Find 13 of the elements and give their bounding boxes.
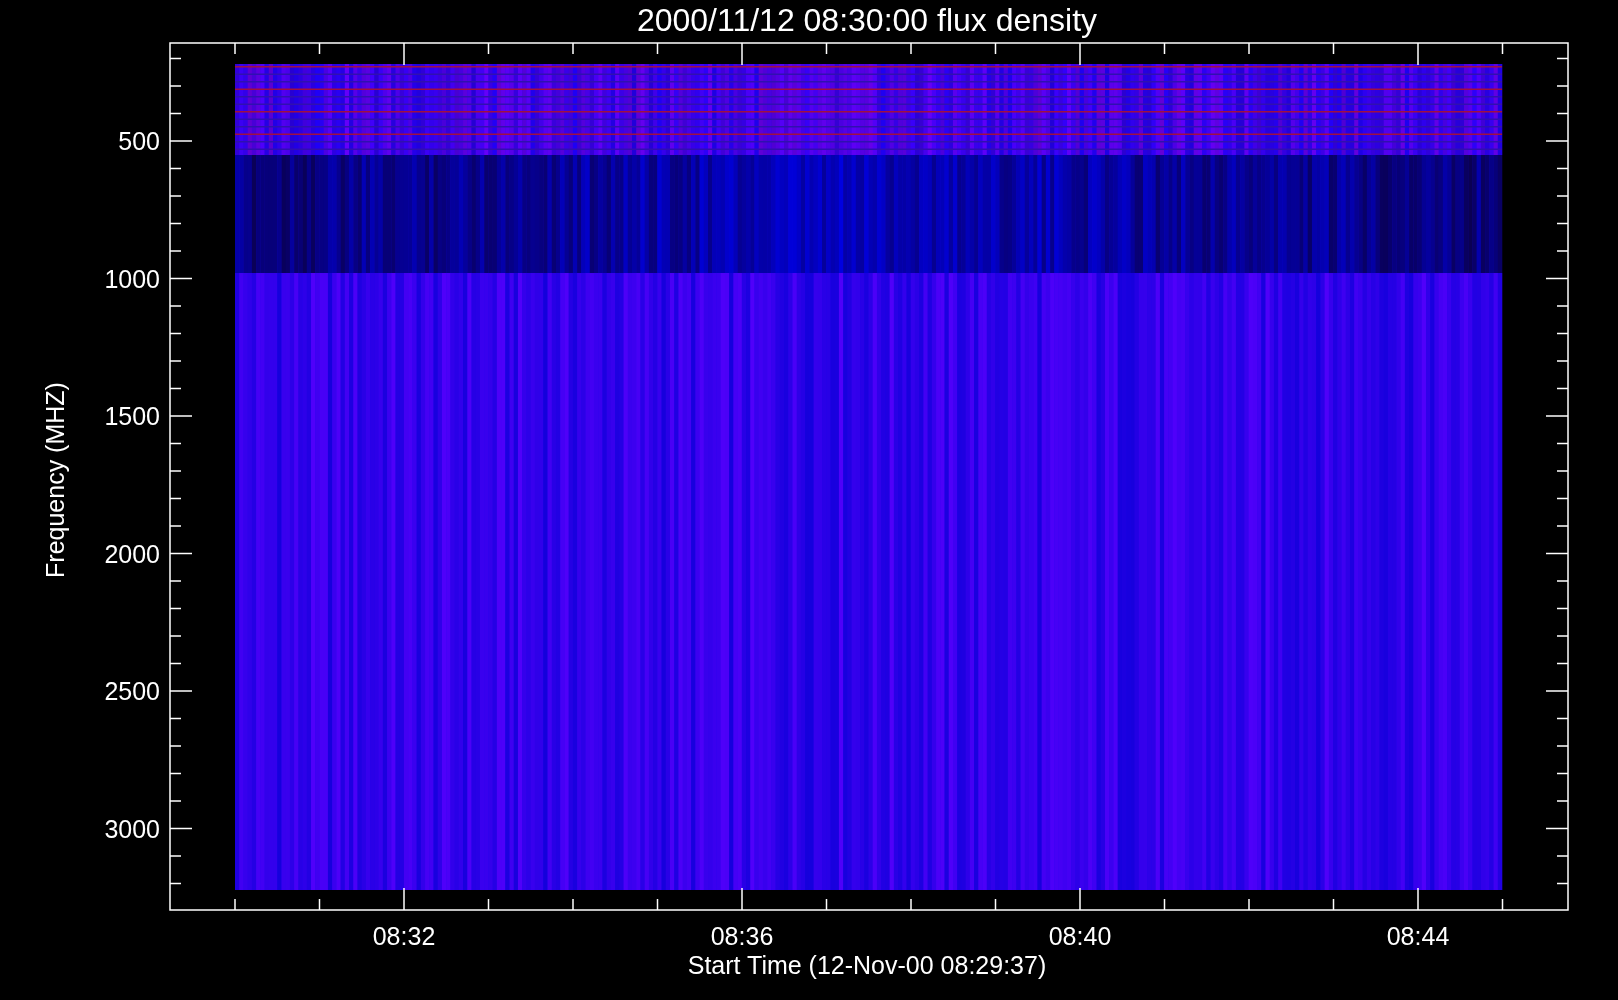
chart-title: 2000/11/12 08:30:00 flux density (636, 2, 1098, 38)
y-tick-label: 2000 (104, 539, 160, 568)
y-tick-label: 1500 (104, 402, 160, 430)
x-axis-label: Start Time (12-Nov-00 08:29:37) (687, 951, 1047, 979)
y-tick-label: 3000 (104, 814, 160, 843)
y-axis-label: Frequency (MHZ) (41, 382, 69, 578)
x-tick-label: 08:40 (1048, 922, 1112, 950)
x-tick-label: 08:36 (710, 922, 774, 950)
x-tick-label: 08:32 (372, 922, 436, 950)
y-tick-label: 1000 (104, 264, 160, 293)
y-tick-label: 2500 (104, 677, 160, 705)
x-tick-label: 08:44 (1386, 922, 1450, 950)
y-tick-label: 500 (118, 127, 160, 155)
